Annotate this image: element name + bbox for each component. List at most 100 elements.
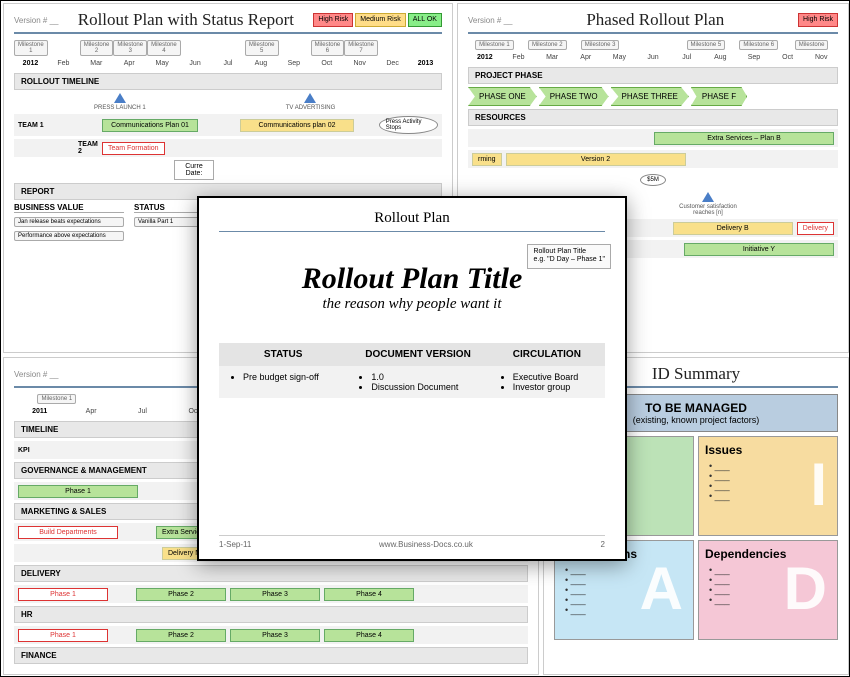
td-circulation: Executive BoardInvestor group — [489, 366, 605, 398]
bar-p2: Phase 2 — [136, 588, 226, 601]
milestone: Milestone 4 — [147, 40, 181, 56]
bar-team-formation: Team Formation — [102, 142, 165, 155]
section-delivery: DELIVERY — [14, 565, 528, 582]
markers-row: PRESS LAUNCH 1 TV ADVERTISING — [14, 93, 442, 111]
year: 2013 — [409, 60, 442, 67]
center-slide: Rollout Plan Rollout Plan Title e.g. "D … — [197, 196, 627, 561]
th-circulation: CIRCULATION — [489, 343, 605, 366]
section-finance: FINANCE — [14, 647, 528, 664]
section-project-phase: PROJECT PHASE — [468, 67, 838, 84]
budget-marker: $5M — [640, 174, 666, 186]
timeline-axis: 2012 Feb Mar Apr May Jun Jul Aug Sep Oct… — [468, 54, 838, 61]
section-resources: RESOURCES — [468, 109, 838, 126]
resource-row: Extra Services – Plan B — [468, 129, 838, 147]
risk-medium: Medium Risk — [355, 13, 405, 27]
press-activity-stops: Press Activity Stops — [379, 116, 438, 134]
th-docversion: DOCUMENT VERSION — [347, 343, 488, 366]
milestone: Milestone 2 — [80, 40, 114, 56]
footer-date: 1-Sep-11 — [219, 540, 251, 549]
panel-title: Phased Rollout Plan — [586, 10, 724, 30]
footer-page: 2 — [601, 540, 605, 549]
current-date-marker: Curre Date: — [174, 160, 214, 180]
cust-sat-marker: Customer satisfaction reaches [n] — [668, 192, 748, 216]
bar-p3: Phase 3 — [230, 588, 320, 601]
bar-initiative-y: Initiative Y — [684, 243, 834, 256]
slide-header: Rollout Plan — [219, 210, 605, 232]
panel-title: Rollout Plan with Status Report — [78, 10, 294, 30]
phase-chevron: PHASE TWO — [539, 87, 609, 106]
milestone-row: Milestone 1 Milestone 2 Milestone 3 Mile… — [468, 40, 838, 50]
bar-delivery: Delivery — [797, 222, 834, 235]
markers-row: $5M — [468, 174, 838, 186]
phase-chevron: PHASE F — [691, 87, 747, 106]
status-table: STATUS DOCUMENT VERSION CIRCULATION Pre … — [219, 343, 605, 398]
title-callout: Rollout Plan Title e.g. "D Day – Phase 1… — [527, 244, 611, 269]
phase-chevron: PHASE THREE — [611, 87, 689, 106]
risk-ok: ALL OK — [408, 13, 442, 27]
bar-comm1: Communications Plan 01 — [102, 119, 198, 132]
letter-d: D — [784, 559, 827, 619]
bar-p4: Phase 4 — [324, 629, 414, 642]
delivery-row: Phase 1 Phase 2 Phase 3 Phase 4 — [14, 585, 528, 603]
milestone: Milestone 6 — [311, 40, 345, 56]
bar-comm2: Communications plan 02 — [240, 119, 353, 132]
team2-row: TEAM 2 Team Formation — [14, 139, 442, 157]
triangle-icon — [702, 192, 714, 202]
section-rollout-timeline: ROLLOUT TIMELINE — [14, 73, 442, 90]
bar-p3: Phase 3 — [230, 629, 320, 642]
phase-chevron: PHASE ONE — [468, 87, 537, 106]
th-status: STATUS — [219, 343, 347, 366]
risk-high: High Risk — [313, 13, 353, 27]
letter-i: I — [810, 455, 827, 515]
bar-delivery-b: Delivery B — [673, 222, 793, 235]
milestone: Milestone 3 — [113, 40, 147, 56]
year: 2012 — [14, 60, 47, 67]
bar-phase1: Phase 1 — [18, 485, 138, 498]
hr-row: Phase 1 Phase 2 Phase 3 Phase 4 — [14, 626, 528, 644]
version-label: Version # __ — [14, 370, 58, 379]
phase-row: PHASE ONE PHASE TWO PHASE THREE PHASE F — [468, 87, 838, 106]
raid-issues-cell: Issues I — [698, 436, 838, 536]
bar-p1: Phase 1 — [18, 629, 108, 642]
resource-row: rming Version 2 — [468, 150, 838, 168]
risk-legend: High Risk Medium Risk ALL OK — [313, 13, 442, 27]
risk-legend: High Risk — [798, 13, 838, 27]
td-status: Pre budget sign-off — [219, 366, 347, 398]
td-docversion: 1.0Discussion Document — [347, 366, 488, 398]
bv-item: Performance above expectations — [14, 231, 124, 241]
header: Version # __ Rollout Plan with Status Re… — [14, 10, 442, 34]
bar-p1: Phase 1 — [18, 588, 108, 601]
bar-rming: rming — [472, 153, 502, 166]
footer-url: www.Business-Docs.co.uk — [379, 540, 473, 549]
bv-item: Jan release beats expectations — [14, 217, 124, 227]
raid-dependencies-cell: Dependencies D — [698, 540, 838, 640]
section-hr: HR — [14, 606, 528, 623]
triangle-icon — [114, 93, 126, 103]
timeline-axis: 2012 Feb Mar Apr May Jun Jul Aug Sep Oct… — [14, 60, 442, 67]
panel-title: ID Summary — [652, 364, 740, 384]
row-label: TEAM 2 — [18, 141, 98, 155]
version-label: Version # __ — [14, 16, 58, 25]
bar-ver2: Version 2 — [506, 153, 686, 166]
row-label: TEAM 1 — [18, 122, 98, 129]
version-label: Version # __ — [468, 16, 512, 25]
milestone: Milestone 5 — [245, 40, 279, 56]
col-status: STATUS Vanilla Part 1 — [134, 203, 204, 231]
bar-p2: Phase 2 — [136, 629, 226, 642]
bar-extra: Extra Services – Plan B — [654, 132, 834, 145]
bar-p4: Phase 4 — [324, 588, 414, 601]
status-item: Vanilla Part 1 — [134, 217, 204, 227]
risk-high: High Risk — [798, 13, 838, 27]
letter-a: A — [640, 559, 683, 619]
slide-subtitle: the reason why people want it — [219, 296, 605, 313]
slide-footer: 1-Sep-11 www.Business-Docs.co.uk 2 — [219, 535, 605, 549]
header: Version # __ Phased Rollout Plan High Ri… — [468, 10, 838, 34]
col-business-value: BUSINESS VALUE Jan release beats expecta… — [14, 203, 124, 241]
tv-ad-marker: TV ADVERTISING — [286, 93, 336, 111]
milestone-row: Milestone 1 Milestone 2 Milestone 3 Mile… — [14, 40, 442, 56]
milestone: Milestone 7 — [344, 40, 378, 56]
bar-build: Build Departments — [18, 526, 118, 539]
triangle-icon — [304, 93, 316, 103]
team1-row: TEAM 1 Communications Plan 01 Communicat… — [14, 114, 442, 136]
press-launch-marker: PRESS LAUNCH 1 — [94, 93, 146, 111]
